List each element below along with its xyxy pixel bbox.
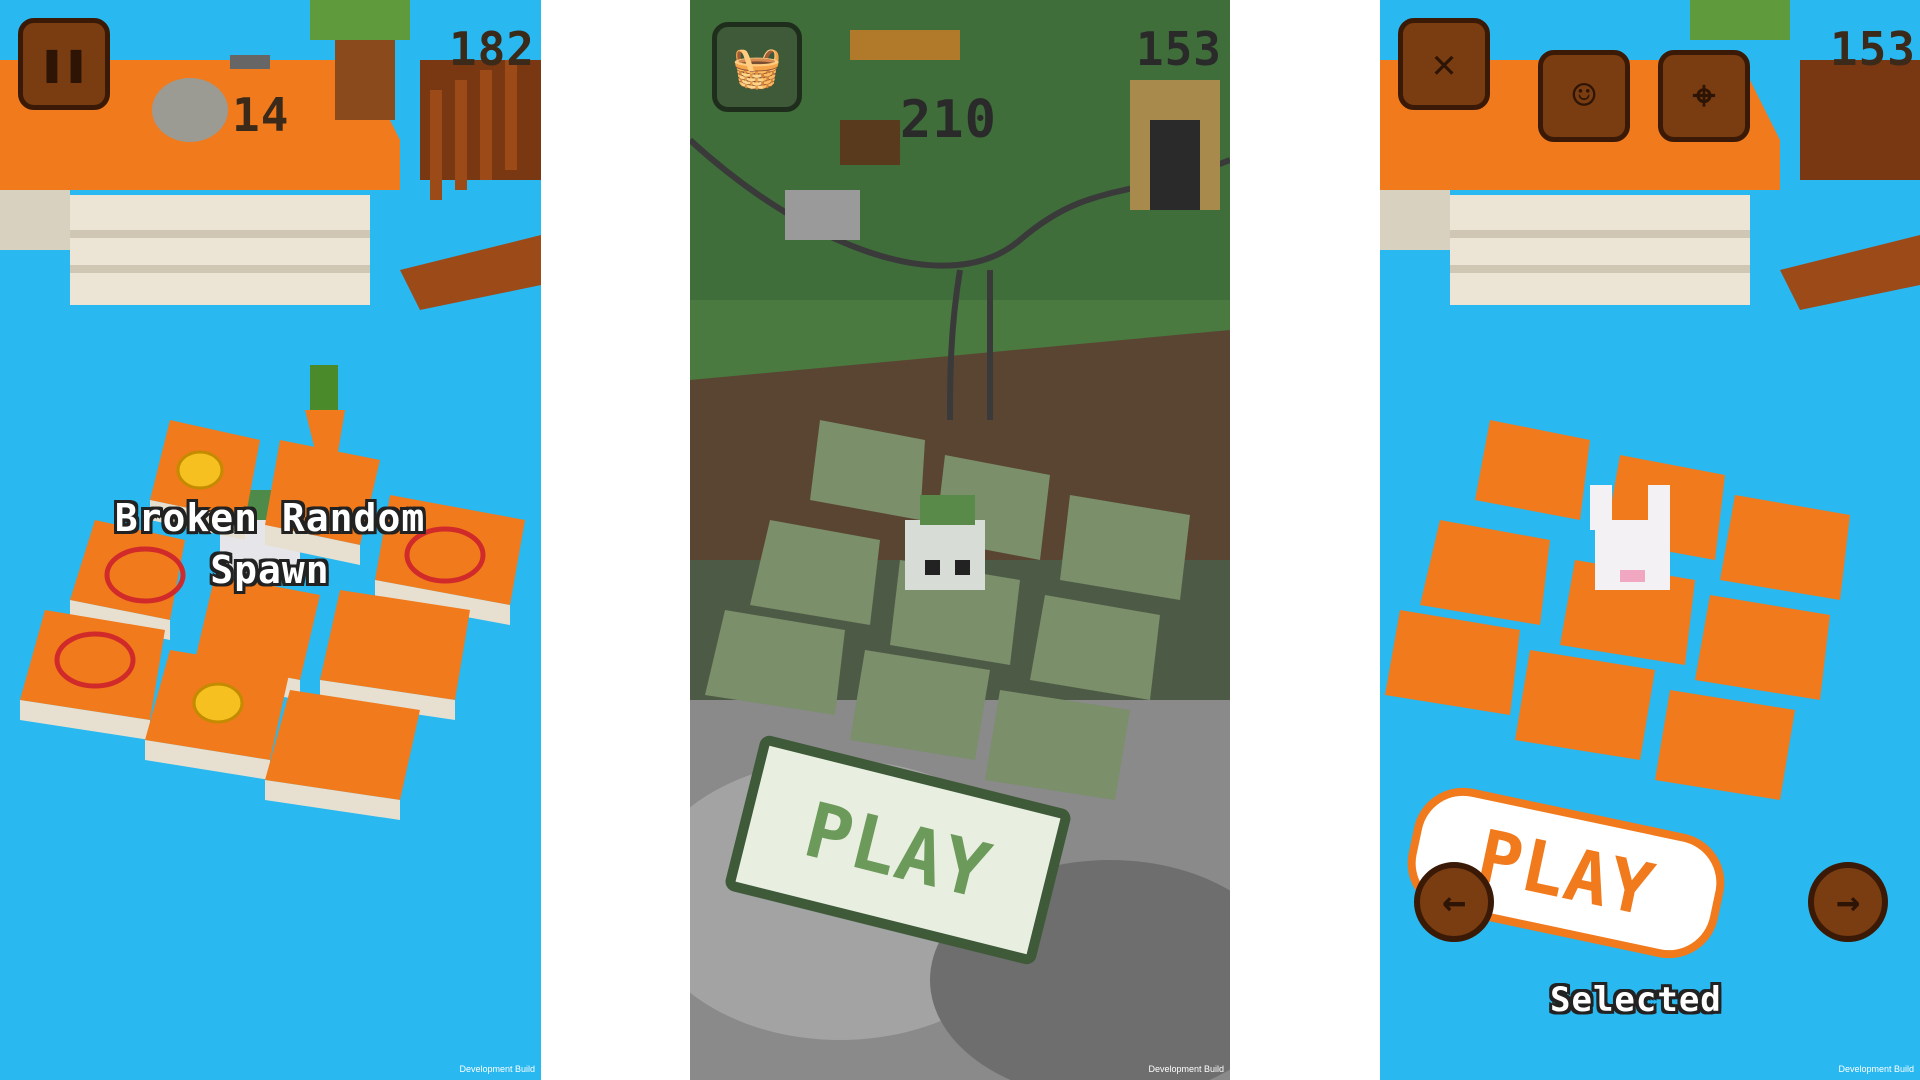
close-icon: ✕ (1431, 41, 1457, 87)
close-button[interactable]: ✕ (1398, 18, 1490, 110)
status-message-line: Broken Random (114, 496, 426, 540)
tile[interactable] (750, 520, 880, 625)
coin-icon (192, 682, 244, 724)
score-counter: 182 (448, 22, 535, 76)
next-character-button[interactable]: → (1808, 862, 1888, 942)
pause-button[interactable]: ❚❚ (18, 18, 110, 110)
score-counter: 153 (1135, 22, 1222, 76)
dev-build-label: Development Build (1838, 1064, 1914, 1074)
tile[interactable] (1420, 520, 1550, 625)
tile[interactable] (1475, 420, 1590, 520)
coin-count: 14 (232, 88, 290, 142)
tile[interactable] (1655, 690, 1795, 800)
game-panel-right: ✕ ☺ ⌖ 153 PLAY ← → Selected Development … (1380, 0, 1920, 1080)
coin-icon (176, 450, 224, 490)
arrow-left-icon: ← (1441, 879, 1467, 925)
status-message-line: Spawn (210, 548, 330, 592)
shop-button[interactable]: 🧺 (712, 22, 802, 112)
tile[interactable] (850, 650, 990, 760)
status-message: Broken Random Spawn (60, 492, 480, 596)
score-counter: 153 (1829, 22, 1916, 76)
character-icon: ☺ (1571, 73, 1597, 119)
tile[interactable] (985, 690, 1130, 800)
tile[interactable] (20, 610, 165, 740)
character-button[interactable]: ☺ (1538, 50, 1630, 142)
map-pin-icon: ⌖ (1692, 73, 1716, 119)
play-button-label: PLAY (1470, 813, 1662, 933)
tile[interactable] (1695, 595, 1830, 700)
tile[interactable] (1030, 595, 1160, 700)
tile[interactable] (1515, 650, 1655, 760)
tile[interactable] (1720, 495, 1850, 600)
pause-icon: ❚❚ (39, 41, 89, 87)
player-character (905, 520, 985, 590)
tile[interactable] (1385, 610, 1520, 715)
game-panel-left: ❚❚ 182 14 Broken Random Spawn Developmen… (0, 0, 541, 1080)
play-button-label: PLAY (796, 784, 1000, 916)
dev-build-label: Development Build (459, 1064, 535, 1074)
previous-character-button[interactable]: ← (1414, 862, 1494, 942)
tile[interactable] (705, 610, 845, 715)
map-button[interactable]: ⌖ (1658, 50, 1750, 142)
dev-build-label: Development Build (1148, 1064, 1224, 1074)
coin-count: 210 (900, 90, 997, 150)
game-panel-middle: 🧺 153 210 PLAY Development Build (690, 0, 1230, 1080)
tile[interactable] (1060, 495, 1190, 600)
tile[interactable] (265, 690, 420, 820)
basket-icon: 🧺 (732, 44, 782, 91)
tile[interactable] (810, 420, 925, 520)
arrow-right-icon: → (1835, 879, 1861, 925)
selected-status: Selected (1550, 980, 1722, 1020)
